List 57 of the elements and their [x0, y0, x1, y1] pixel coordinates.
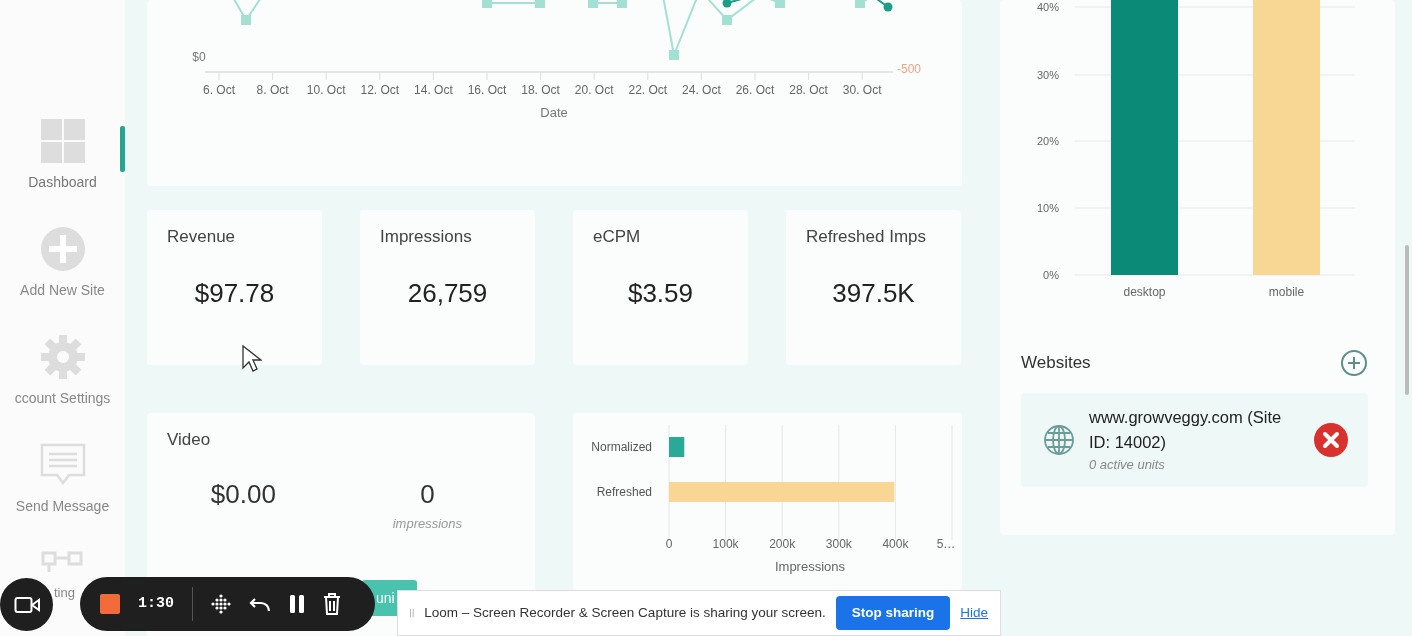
tick-label: 24. Oct [682, 83, 721, 97]
axis-title: Impressions [774, 559, 846, 574]
sidebar-item[interactable]: Dashboard [28, 172, 97, 192]
tick-label: 20. Oct [574, 83, 614, 97]
tick-label: 0% [1043, 269, 1059, 281]
impressions-count: 0 [419, 477, 436, 511]
banner-message: Loom – Screen Recorder & Screen Capture is sharing your screen. [424, 603, 826, 622]
tick-label: 22. Oct [628, 83, 668, 97]
impressions-label: impressions [391, 514, 464, 533]
sidebar-item[interactable]: Send Message [15, 496, 110, 516]
tick-label: 6. Oct [203, 83, 235, 97]
category-label: Normalized [591, 440, 652, 454]
tick-label: 10. Oct [306, 83, 346, 97]
tick-label: 40% [1036, 1, 1059, 13]
section-title: Websites [1021, 352, 1091, 375]
tick-label: 0 [665, 537, 673, 551]
tick-label: 16. Oct [467, 83, 507, 97]
stop-sharing-button[interactable]: Stop sharing [835, 596, 951, 630]
tick-label: 30. Oct [842, 83, 882, 97]
stat-title: eCPM [593, 226, 642, 248]
stat-title: Revenue [167, 226, 237, 248]
video-revenue: $0.00 [209, 477, 277, 511]
tick-label: 12. Oct [360, 83, 400, 97]
stat-value: 397.5K [831, 276, 916, 310]
sidebar-item[interactable]: ccount Settings [14, 388, 111, 408]
tick-label: 14. Oct [414, 83, 453, 97]
stat-value: 26,759 [406, 276, 489, 310]
stat-title: Refreshed Imps [806, 226, 927, 248]
tick-label: 10% [1036, 202, 1059, 214]
tick-label: 8. Oct [256, 83, 289, 97]
tick-label: 20% [1036, 135, 1059, 147]
category-label: Refreshed [596, 485, 652, 499]
hide-link[interactable]: Hide [960, 602, 988, 624]
stat-value: $97.78 [193, 276, 276, 310]
axis-label: -500 [897, 62, 922, 76]
axis-label: $0 [192, 50, 206, 64]
stat-title: Impressions [380, 226, 473, 248]
tick-label: 300k [825, 537, 852, 551]
sidebar-item[interactable]: ting [54, 583, 75, 603]
site-units: 0 active units [1089, 456, 1166, 474]
site-name: www.growveggy.com (Site ID: 14002) [1089, 407, 1283, 453]
category-label: mobile [1268, 285, 1305, 299]
tick-label: 400k [882, 537, 909, 551]
tick-label: 5… [936, 537, 956, 551]
tick-label: 18. Oct [521, 83, 560, 97]
tick-label: 26. Oct [735, 83, 775, 97]
tick-label: 30% [1036, 69, 1059, 81]
tick-label: 100k [712, 537, 739, 551]
site-item[interactable]: www.growveggy.com (Site ID: 14002) 0 active units [1021, 393, 1368, 487]
category-label: desktop [1123, 285, 1166, 299]
axis-title: Date [540, 105, 568, 120]
card-title: Video [167, 429, 212, 451]
sidebar-item[interactable]: Add New Site [20, 280, 105, 300]
tick-label: 200k [769, 537, 796, 551]
recording-time: 1:30 [138, 593, 174, 614]
stat-value: $3.59 [626, 276, 695, 310]
tick-label: 28. Oct [789, 83, 828, 97]
